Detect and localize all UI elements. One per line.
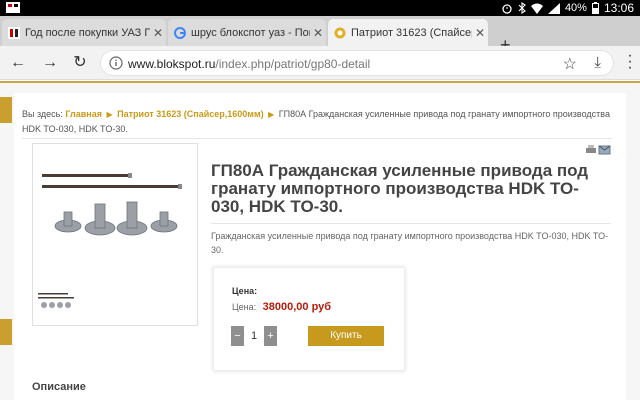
forward-arrow-icon[interactable]: → <box>40 53 60 73</box>
tab-2-title: шрус блокспот уаз - Поиск <box>191 26 310 39</box>
quantity-stepper: − 1 + <box>231 326 277 346</box>
page-info-icon[interactable] <box>109 56 123 70</box>
tab-strip: Год после покупки УАЗ Па ✕ шрус блокспот… <box>0 16 640 55</box>
divider <box>211 223 611 224</box>
tab-2[interactable]: шрус блокспот уаз - Поиск ✕ <box>168 19 326 46</box>
site-favicon-icon <box>334 27 346 38</box>
price-line: Цена: 38000,00 руб <box>232 301 331 313</box>
quantity-minus-button[interactable]: − <box>231 326 244 346</box>
address-bar[interactable]: www.blokspot.ru/index.php/patriot/gp80-d… <box>100 50 614 76</box>
breadcrumb-home[interactable]: Главная <box>65 109 102 119</box>
price-box: Цена: Цена: 38000,00 руб − 1 + Купить <box>213 267 405 371</box>
reload-icon[interactable]: ↻ <box>70 53 90 73</box>
back-arrow-icon[interactable]: ← <box>8 53 28 73</box>
price-value: 38000,00 руб <box>262 301 332 313</box>
quantity-input[interactable]: 1 <box>244 326 264 346</box>
tab-3-close-icon[interactable]: ✕ <box>472 26 488 40</box>
breadcrumb-arrow-icon: ▶ <box>106 110 113 119</box>
tab-1[interactable]: Год после покупки УАЗ Па ✕ <box>2 19 166 46</box>
alarm-icon <box>502 4 512 14</box>
tab-2-close-icon[interactable]: ✕ <box>310 26 326 40</box>
drive2-favicon-icon <box>8 26 20 39</box>
divider <box>22 138 612 139</box>
signal-icon <box>547 2 560 14</box>
product-title: ГП80А Гражданская усиленные привода под … <box>211 161 589 216</box>
product-thumbnail[interactable] <box>36 289 76 313</box>
breadcrumb: Вы здесь: Главная ▶ Патриот 31623 (Спайс… <box>22 107 612 136</box>
buy-button[interactable]: Купить <box>308 326 384 346</box>
url-path: /index.php/patriot/gp80-detail <box>215 57 371 71</box>
breadcrumb-arrow-icon: ▶ <box>268 110 275 119</box>
tab-3-title: Патриот 31623 (Спайсер,1 <box>351 26 472 39</box>
product-description: Гражданская усиленные привода под гранат… <box>211 231 609 255</box>
email-icon[interactable] <box>598 145 611 155</box>
side-tab-top[interactable] <box>0 97 12 123</box>
page-content: Вы здесь: Главная ▶ Патриот 31623 (Спайс… <box>0 83 640 403</box>
url-text[interactable]: www.blokspot.ru/index.php/patriot/gp80-d… <box>128 57 370 71</box>
breadcrumb-prefix: Вы здесь: <box>22 109 63 119</box>
url-domain: www.blokspot.ru <box>128 57 216 71</box>
google-favicon-icon <box>174 26 186 39</box>
tab-1-title: Год после покупки УАЗ Па <box>25 26 150 39</box>
download-icon[interactable]: ⤓ <box>594 54 601 71</box>
side-tab-bottom[interactable] <box>0 319 12 345</box>
tab-3-active[interactable]: Патриот 31623 (Спайсер,1 ✕ <box>328 19 488 46</box>
print-icon[interactable] <box>586 145 596 153</box>
breadcrumb-category[interactable]: Патриот 31623 (Спайсер,1600мм) <box>117 109 263 119</box>
status-bar: 40% 13:06 <box>0 0 640 16</box>
battery-percent: 40% <box>564 2 587 14</box>
price-line-label: Цена: <box>232 302 257 312</box>
quantity-plus-button[interactable]: + <box>264 326 277 346</box>
battery-icon <box>591 2 599 14</box>
bookmark-star-icon[interactable]: ☆ <box>563 54 577 74</box>
print-email-icons <box>586 145 611 155</box>
wifi-icon <box>530 3 543 14</box>
clock: 13:06 <box>603 1 634 15</box>
price-heading: Цена: <box>232 286 258 296</box>
description-heading: Описание <box>32 381 86 393</box>
bluetooth-icon <box>518 2 526 14</box>
menu-dots-icon[interactable]: · · · <box>626 48 634 76</box>
notification-icon <box>6 2 20 13</box>
browser-toolbar: ← → ↻ www.blokspot.ru/index.php/patriot/… <box>0 46 640 80</box>
tab-1-close-icon[interactable]: ✕ <box>150 26 166 40</box>
